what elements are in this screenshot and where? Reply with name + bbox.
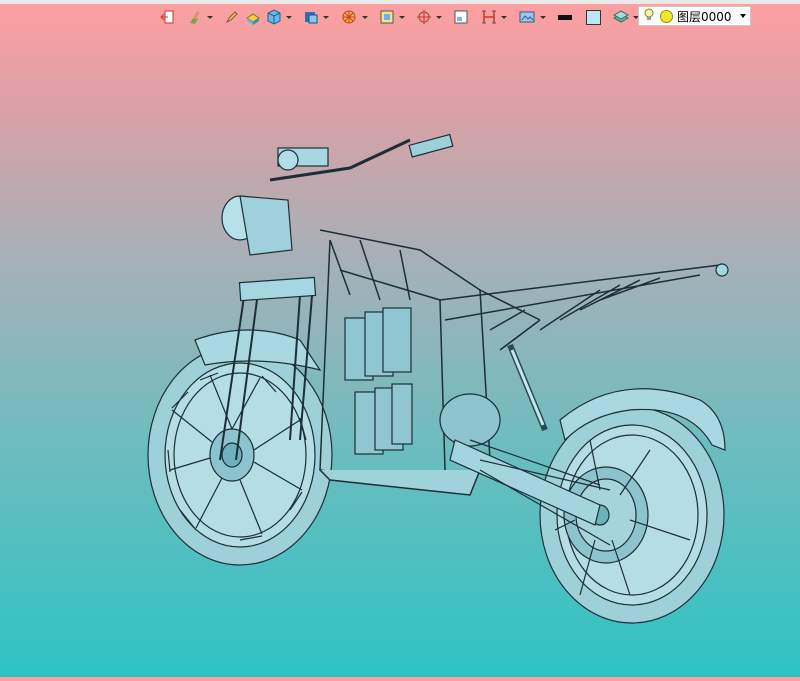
rectangle-select-icon[interactable]	[378, 7, 396, 27]
battery-pack	[344, 307, 413, 455]
layer-selector[interactable]: 图层0000	[638, 6, 751, 26]
render-dropdown[interactable]	[539, 7, 546, 27]
cube-dropdown[interactable]	[285, 7, 292, 27]
yellow-solid-icon[interactable]	[243, 7, 263, 27]
motor	[439, 393, 501, 447]
section-dropdown[interactable]	[500, 7, 507, 27]
exit-icon[interactable]	[158, 7, 176, 27]
layer-name: 图层0000	[677, 9, 732, 24]
brush-icon[interactable]	[186, 7, 204, 27]
view-dropdown[interactable]	[322, 7, 329, 27]
3d-viewport[interactable]	[0, 30, 800, 677]
render-mode-icon[interactable]	[517, 7, 537, 27]
motorcycle-wireframe-model	[147, 133, 729, 624]
main-toolbar	[158, 6, 639, 28]
crosshair-dropdown[interactable]	[435, 7, 442, 27]
crosshair-icon[interactable]	[415, 7, 433, 27]
layers-icon[interactable]	[612, 7, 630, 27]
view-cube-icon[interactable]	[302, 7, 320, 27]
yellow-dot-icon[interactable]	[660, 9, 673, 23]
wheel-icon[interactable]	[339, 7, 359, 27]
window-top-strip	[0, 0, 800, 4]
chevron-down-icon[interactable]	[736, 14, 750, 18]
cube-icon[interactable]	[265, 7, 283, 27]
frame-icon[interactable]	[452, 7, 470, 27]
rear-wheel	[539, 406, 725, 624]
select-dropdown[interactable]	[398, 7, 405, 27]
pencil-icon[interactable]	[223, 7, 241, 27]
wheel-dropdown[interactable]	[361, 7, 368, 27]
brush-dropdown[interactable]	[206, 7, 213, 27]
section-icon[interactable]	[480, 7, 498, 27]
lightbulb-icon[interactable]	[643, 8, 657, 25]
fill-color-swatch[interactable]	[584, 7, 602, 27]
line-color-swatch[interactable]	[556, 7, 574, 27]
